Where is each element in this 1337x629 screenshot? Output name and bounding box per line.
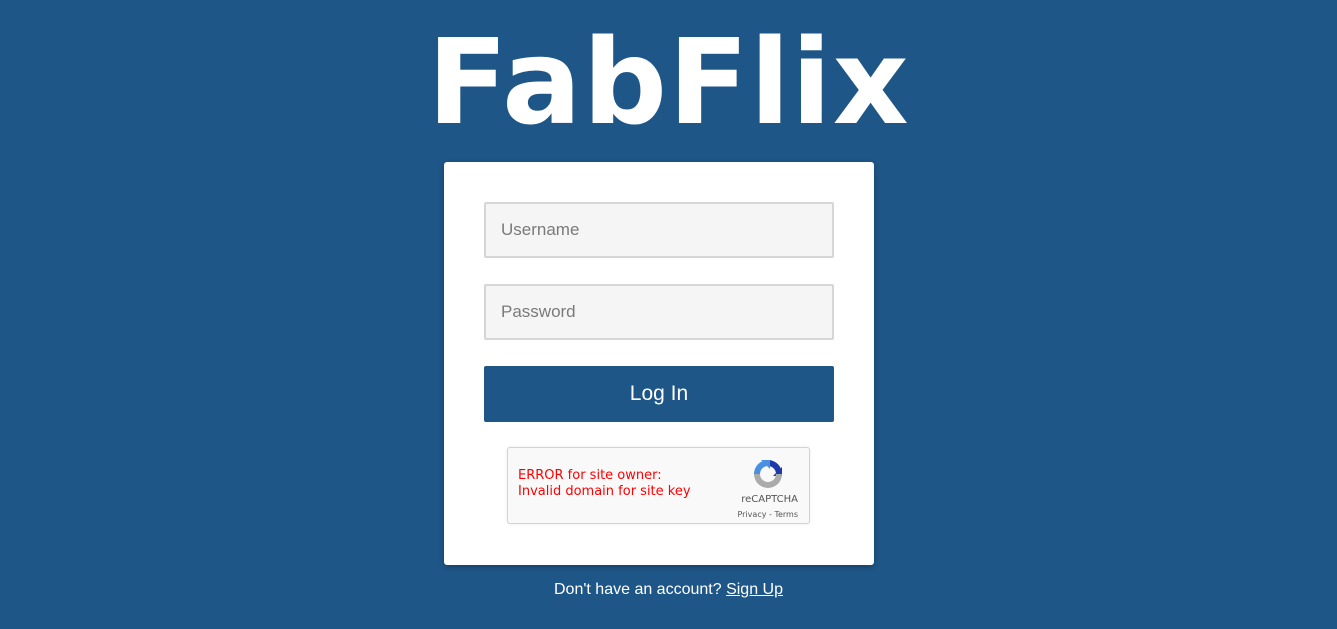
login-card: Log In ERROR for site owner: Invalid dom… [444, 162, 874, 565]
recaptcha-error-line1: ERROR for site owner: [518, 468, 662, 483]
password-input[interactable] [484, 284, 834, 340]
recaptcha-links: Privacy - Terms [737, 510, 798, 519]
recaptcha-terms-link[interactable]: Terms [774, 510, 798, 519]
site-logo: FabFlix [427, 13, 910, 151]
username-input[interactable] [484, 202, 834, 258]
recaptcha-error-message: ERROR for site owner: Invalid domain for… [518, 468, 691, 500]
recaptcha-error-line2: Invalid domain for site key [518, 484, 691, 499]
signup-link[interactable]: Sign Up [726, 581, 783, 598]
signup-prompt-text: Don't have an account? [554, 581, 722, 598]
recaptcha-brand-label: reCAPTCHA [741, 494, 798, 505]
recaptcha-logo-icon [754, 460, 782, 488]
recaptcha-widget[interactable]: ERROR for site owner: Invalid domain for… [507, 447, 810, 524]
login-button[interactable]: Log In [484, 366, 834, 422]
login-page: FabFlix Log In ERROR for site owner: Inv… [0, 0, 1337, 629]
recaptcha-privacy-link[interactable]: Privacy [737, 510, 766, 519]
signup-prompt-line: Don't have an account? Sign Up [0, 581, 1337, 599]
